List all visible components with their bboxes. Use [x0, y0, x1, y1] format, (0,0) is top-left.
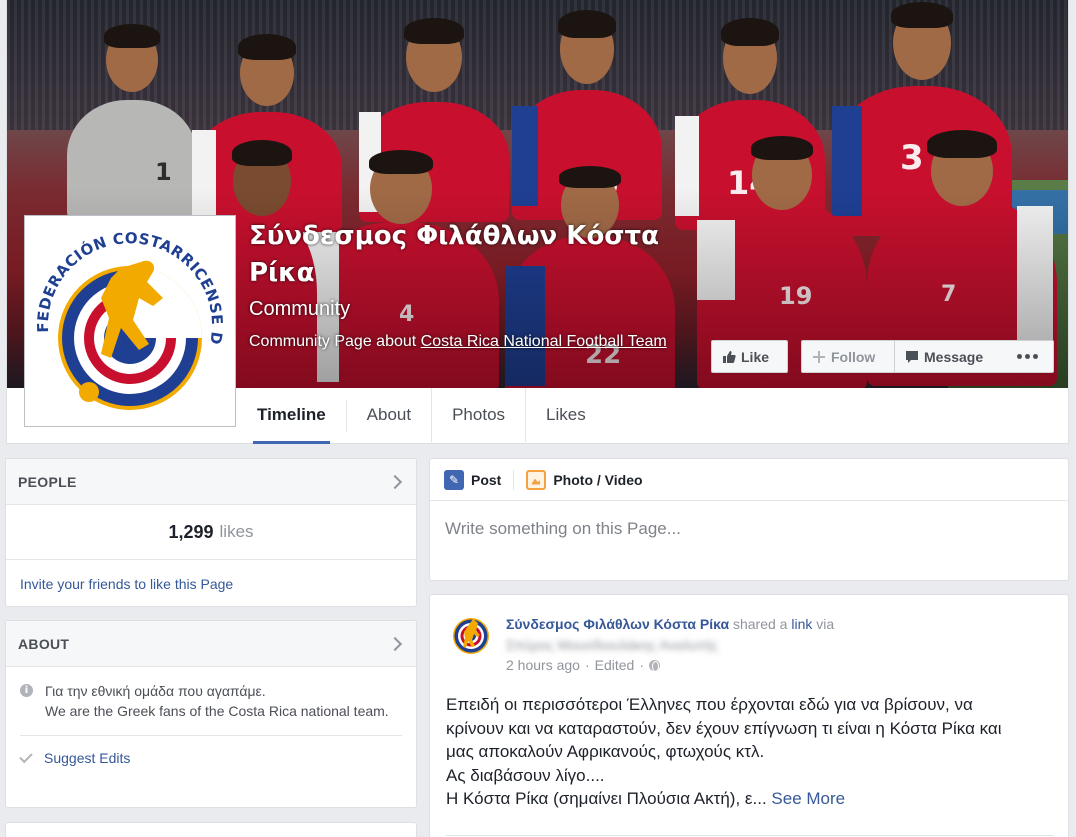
photo-icon: [526, 469, 547, 490]
post-via-name[interactable]: Σπύρος Μουσδιουλάκης Αναλυτής: [506, 635, 718, 656]
about-header[interactable]: ABOUT: [6, 621, 416, 667]
post-via: via: [816, 616, 835, 632]
pencil-icon: ✎: [444, 469, 464, 490]
plus-icon: [813, 350, 825, 363]
page-title: Σύνδεσμος Φιλάθλων Κόστα Ρίκα: [249, 221, 660, 288]
globe-icon[interactable]: [649, 659, 660, 672]
people-heading: PEOPLE: [18, 473, 77, 490]
suggest-edits-label: Suggest Edits: [44, 750, 131, 766]
composer-tabs: ✎ Post Photo / Video: [430, 459, 1068, 501]
divider: [446, 835, 1054, 836]
suggest-edits-link[interactable]: Suggest Edits: [6, 736, 416, 780]
post-action: shared a: [732, 616, 788, 632]
tab-photos[interactable]: Photos: [432, 388, 527, 442]
page-tabs: Timeline About Photos Likes: [253, 388, 606, 444]
follow-button[interactable]: Follow: [801, 340, 895, 373]
page-about-line: Community Page about Costa Rica National…: [249, 331, 689, 353]
next-sidebar-card: [5, 822, 417, 837]
post-timestamp: 2 hours ago · Edited ·: [506, 657, 660, 673]
post-line: Επειδή οι περισσότεροι Έλληνες που έρχον…: [446, 695, 973, 714]
about-prefix: Community Page about: [249, 333, 421, 350]
tab-timeline[interactable]: Timeline: [253, 388, 330, 444]
composer-tab-photo-video[interactable]: Photo / Video: [526, 469, 643, 490]
separator-dot: ·: [584, 657, 590, 673]
post-author-avatar[interactable]: [446, 607, 496, 657]
about-text: Για την εθνική ομάδα που αγαπάμε. We are…: [45, 681, 389, 721]
post-line: μας αποκαλούν Αφρικανούς, φτωχούς κτλ.: [446, 742, 765, 761]
post-line: κρίνουν και να καταραστούν, δεν έχουν επ…: [446, 718, 1002, 738]
separator-dot: ·: [639, 657, 644, 673]
post-header: Σύνδεσμος Φιλάθλων Κόστα Ρίκα shared a l…: [506, 614, 1026, 656]
like-label: Like: [741, 348, 770, 365]
photo-tab-label: Photo / Video: [553, 471, 643, 488]
federation-crest-logo: [446, 607, 496, 657]
post-composer: ✎ Post Photo / Video Write something on …: [429, 458, 1069, 581]
chevron-right-icon: [387, 636, 403, 651]
likes-count-row[interactable]: 1,299 likes: [6, 505, 416, 560]
people-card: PEOPLE 1,299 likes Invite your friends t…: [5, 458, 417, 607]
post-edited[interactable]: Edited: [595, 657, 635, 673]
about-description: i Για την εθνική ομάδα που αγαπάμε. We a…: [6, 667, 416, 721]
post-line: Ας διαβάσουν λίγο....: [446, 765, 605, 785]
feed-post: Σύνδεσμος Φιλάθλων Κόστα Ρίκα shared a l…: [429, 594, 1069, 837]
divider: [513, 469, 515, 490]
chevron-right-icon: [387, 474, 403, 489]
post-time[interactable]: 2 hours ago: [506, 657, 580, 673]
page-header: 1 10 14 3: [6, 0, 1069, 444]
about-card: ABOUT i Για την εθνική ομάδα που αγαπάμε…: [5, 620, 417, 808]
composer-tab-post[interactable]: ✎ Post: [444, 469, 502, 490]
thumbs-up-icon: [723, 350, 736, 363]
like-button[interactable]: Like: [711, 340, 788, 373]
about-line-english: We are the Greek fans of the Costa Rica …: [45, 703, 389, 719]
page-category: Community: [249, 298, 351, 320]
post-line: Η Κόστα Ρίκα (σημαίνει Πλούσια Ακτή), ε.…: [446, 789, 767, 808]
more-dots-icon: [1017, 354, 1038, 359]
likes-count: 1,299: [168, 521, 214, 542]
people-header[interactable]: PEOPLE: [6, 459, 416, 505]
message-button[interactable]: Message: [894, 340, 1003, 373]
tab-likes[interactable]: Likes: [526, 388, 606, 442]
profile-picture[interactable]: FEDERACIÓN COSTARRICENSE DE FUTBOL: [24, 215, 236, 427]
invite-friends-link[interactable]: Invite your friends to like this Page: [6, 560, 416, 608]
message-label: Message: [924, 348, 984, 365]
post-text: Επειδή οι περισσότεροι Έλληνες που έρχον…: [446, 693, 1056, 811]
about-topic-link[interactable]: Costa Rica National Football Team: [421, 333, 667, 350]
info-icon: i: [20, 684, 33, 697]
message-icon: [906, 350, 918, 363]
post-tab-label: Post: [471, 471, 502, 488]
about-line-greek: Για την εθνική ομάδα που αγαπάμε.: [45, 683, 266, 699]
tab-about[interactable]: About: [347, 388, 433, 442]
likes-word: likes: [219, 522, 254, 541]
federation-crest-logo: FEDERACIÓN COSTARRICENSE DE FUTBOL: [29, 220, 231, 422]
about-heading: ABOUT: [18, 635, 70, 652]
post-link-word[interactable]: link: [791, 616, 812, 632]
post-author-name[interactable]: Σύνδεσμος Φιλάθλων Κόστα Ρίκα: [506, 616, 729, 632]
see-more-link[interactable]: See More: [771, 789, 845, 808]
follow-label: Follow: [831, 348, 876, 365]
composer-input[interactable]: Write something on this Page...: [430, 501, 1068, 557]
check-icon: [19, 749, 33, 763]
more-options-button[interactable]: [1002, 340, 1054, 373]
post-line-last: Η Κόστα Ρίκα (σημαίνει Πλούσια Ακτή), ε.…: [446, 787, 1056, 811]
